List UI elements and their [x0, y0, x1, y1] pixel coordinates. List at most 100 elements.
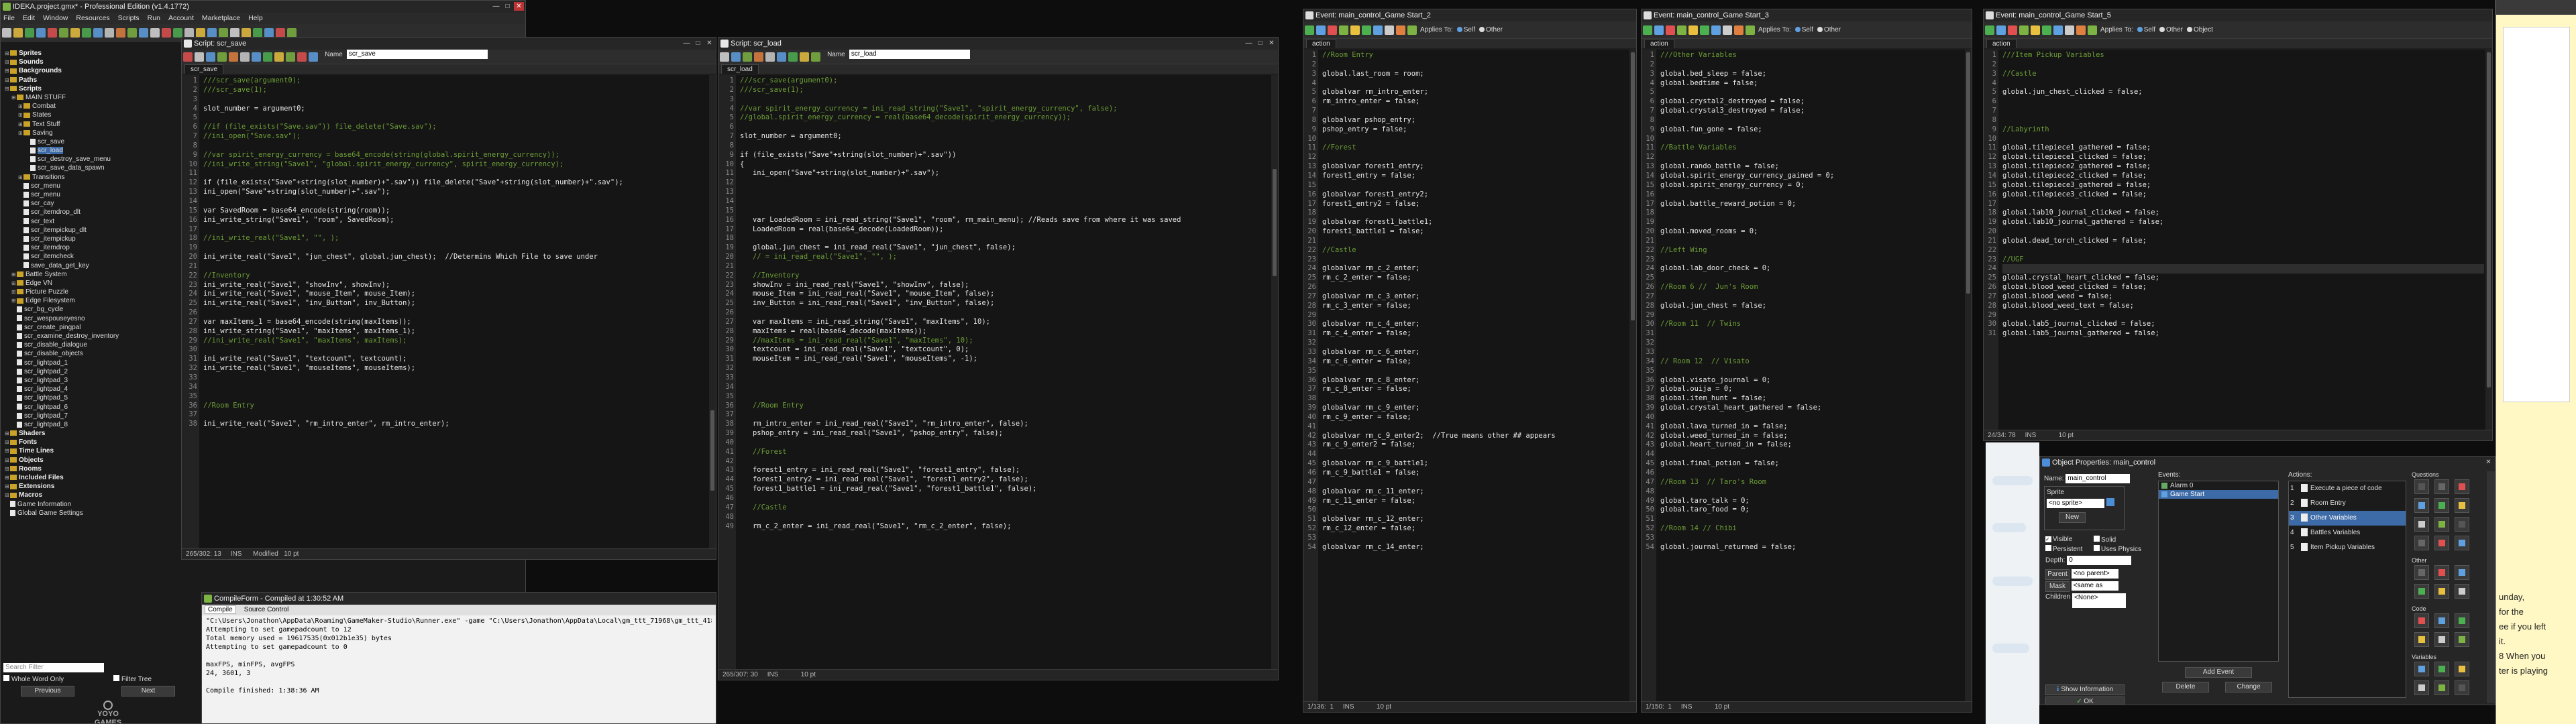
code-line[interactable]: //global.spirit_energy_currency = real(b…	[740, 113, 1270, 123]
code-line[interactable]: //var spirit_energy_currency = base64_en…	[203, 151, 708, 160]
code-line[interactable]	[1322, 422, 1628, 432]
code-line[interactable]	[1660, 116, 1964, 125]
code-line[interactable]: forest1_entry2 = false;	[1322, 200, 1628, 209]
tree-item-global-game-settings[interactable]: Global Game Settings	[2, 509, 178, 518]
tree-item-scr-itempickup-dlt[interactable]: scr_itempickup_dlt	[2, 226, 178, 235]
code-line[interactable]: //ini_open("Save.sav");	[203, 132, 708, 141]
toolbar-button[interactable]	[765, 52, 775, 62]
visible-checkbox[interactable]: ✓	[2045, 536, 2051, 542]
code-line[interactable]: global.rando_battle = false;	[1660, 162, 1964, 172]
code-line[interactable]	[1660, 469, 1964, 478]
code-line[interactable]: var SavedRoom = base64_encode(string(roo…	[203, 206, 708, 216]
applies-self-radio[interactable]: Self	[1794, 26, 1813, 34]
toolbar-button[interactable]	[217, 52, 227, 62]
code-line[interactable]: global.blood_weed = false;	[2002, 292, 2484, 302]
code-line[interactable]: //Room Entry	[1322, 51, 1628, 60]
code-line[interactable]	[1660, 329, 1964, 339]
toolbar-button[interactable]	[59, 28, 68, 38]
toolbar-button[interactable]	[743, 52, 752, 62]
action-item[interactable]: 1 Execute a piece of code	[2289, 481, 2406, 496]
code-line[interactable]: //Castle	[2002, 70, 2484, 79]
tree-item-edge-filesystem[interactable]: ⊞ Edge Filesystem	[2, 296, 178, 305]
code-line[interactable]	[1322, 534, 1628, 543]
code-line[interactable]	[1322, 339, 1628, 348]
code-line[interactable]	[1322, 478, 1628, 487]
tree-item-sprites[interactable]: ⊞ Sprites	[2, 49, 178, 58]
toolbar-button[interactable]	[173, 28, 182, 38]
code-line[interactable]	[1660, 255, 1964, 265]
code-line[interactable]: //Forest	[1322, 143, 1628, 153]
code-line[interactable]: global.weed_turned_in = false;	[1660, 432, 1964, 441]
code-line[interactable]: globalvar pshop_entry;	[1322, 116, 1628, 125]
code-line[interactable]	[203, 345, 708, 355]
toolbar-button[interactable]	[1373, 25, 1383, 35]
code-line[interactable]: rm_c_3_enter = false;	[1322, 302, 1628, 311]
script-load-title-bar[interactable]: Script: scr_load — □ ✕	[718, 38, 1278, 50]
code-line[interactable]: global.lava_turned_in = false;	[1660, 422, 1964, 432]
palette-action-icon[interactable]	[2434, 479, 2449, 494]
maximize-button[interactable]: □	[693, 39, 703, 48]
event-item[interactable]: Alarm 0	[2159, 481, 2278, 490]
code-line[interactable]	[1660, 153, 1964, 162]
code-line[interactable]: rm_c_6_enter = false;	[1322, 357, 1628, 367]
toolbar-button[interactable]	[127, 28, 137, 38]
code-line[interactable]	[2002, 79, 2484, 88]
code-line[interactable]	[740, 178, 1270, 188]
code-line[interactable]: //Battle Variables	[1660, 143, 1964, 153]
code-line[interactable]	[740, 513, 1270, 522]
code-line[interactable]	[1660, 218, 1964, 227]
toolbar-button[interactable]	[219, 28, 228, 38]
code-line[interactable]: global.taro_talk = 0;	[1660, 497, 1964, 506]
expand-icon[interactable]: ⊞	[5, 76, 10, 84]
toolbar-button[interactable]	[1688, 25, 1698, 35]
code-line[interactable]: textcount = ini_read_real("Save1", "text…	[740, 345, 1270, 355]
toolbar-button[interactable]	[2088, 25, 2097, 35]
toolbar-button[interactable]	[1734, 25, 1743, 35]
code-line[interactable]: global.tilepiece2_clicked = false;	[2002, 172, 2484, 181]
tree-item-scripts[interactable]: ⊞ Scripts	[2, 84, 178, 93]
code-line[interactable]: globalvar rm_c_9_enter2; //True means ot…	[1322, 432, 1628, 441]
palette-action-icon[interactable]	[2414, 565, 2429, 580]
tree-item-scr-disable-objects[interactable]: scr_disable_objects	[2, 349, 178, 358]
action-item[interactable]: 4 Battles Variables	[2289, 526, 2406, 540]
code-line[interactable]	[740, 188, 1270, 197]
toolbar-button[interactable]	[1328, 25, 1337, 35]
code-line[interactable]: if (file_exists("Save"+string(slot_numbe…	[203, 178, 708, 188]
toolbar-button[interactable]	[274, 52, 284, 62]
code-line[interactable]: var LoadedRoom = ini_read_string("Save1"…	[740, 216, 1270, 225]
code-line[interactable]	[1660, 339, 1964, 348]
expand-icon[interactable]: ⊞	[5, 84, 10, 93]
close-button[interactable]: ✕	[514, 2, 524, 11]
code-line[interactable]: rm_c_2_enter = ini_read_real("Save1", "r…	[740, 522, 1270, 532]
code-line[interactable]: global.visato_journal = 0;	[1660, 376, 1964, 385]
code-line[interactable]	[740, 141, 1270, 151]
code-line[interactable]	[2002, 227, 2484, 237]
toolbar-button[interactable]	[800, 52, 809, 62]
vertical-scrollbar[interactable]	[2485, 50, 2492, 430]
palette-action-icon[interactable]	[2455, 479, 2469, 494]
palette-action-icon[interactable]	[2455, 517, 2469, 532]
solid-checkbox[interactable]	[2094, 536, 2100, 542]
menu-edit[interactable]: Edit	[23, 14, 35, 22]
tree-item-objects[interactable]: ⊞ Objects	[2, 456, 178, 465]
code-line[interactable]	[1322, 367, 1628, 376]
code-line[interactable]: // Room 12 // Visato	[1660, 357, 1964, 367]
tree-item-scr-load[interactable]: scr_load	[2, 146, 178, 155]
code-line[interactable]: globalvar rm_c_9_battle1;	[1322, 459, 1628, 469]
code-line[interactable]	[203, 95, 708, 105]
toolbar-button[interactable]	[13, 28, 23, 38]
menu-marketplace[interactable]: Marketplace	[202, 14, 240, 22]
code-line[interactable]: global.spirit_energy_currency = 0;	[1660, 181, 1964, 190]
tree-item-combat[interactable]: ⊞ Combat	[2, 102, 178, 111]
menu-account[interactable]: Account	[168, 14, 194, 22]
code-line[interactable]	[740, 383, 1270, 392]
code-line[interactable]	[1322, 505, 1628, 515]
toolbar-button[interactable]	[2, 28, 11, 38]
code-line[interactable]	[740, 457, 1270, 467]
code-line[interactable]: ini_open("Save"+string(slot_number)+".sa…	[740, 169, 1270, 178]
toolbar-button[interactable]	[229, 52, 238, 62]
code-line[interactable]: globalvar rm_c_2_enter;	[1322, 264, 1628, 274]
code-line[interactable]	[740, 410, 1270, 420]
code-line[interactable]	[1660, 190, 1964, 200]
code-line[interactable]	[1660, 60, 1964, 70]
